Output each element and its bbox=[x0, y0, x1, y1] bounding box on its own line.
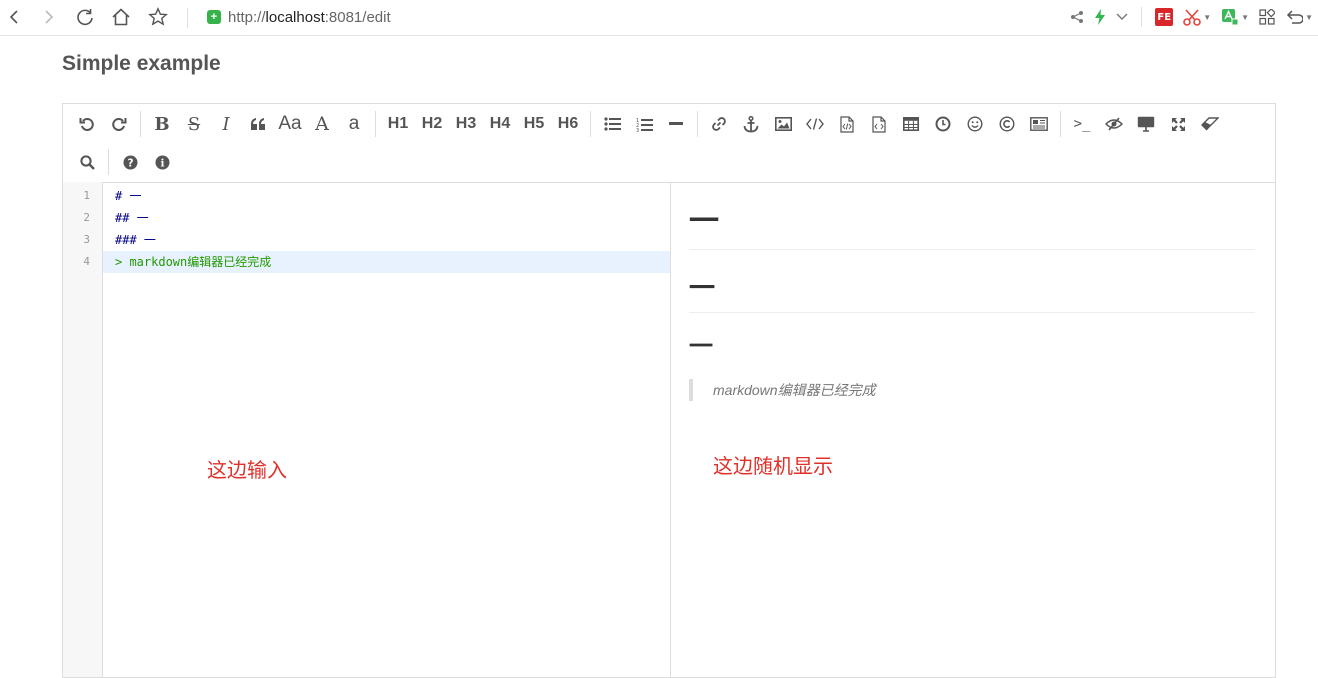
italic-button[interactable]: I bbox=[211, 109, 241, 139]
lightning-icon[interactable] bbox=[1094, 5, 1106, 29]
toolbar-row-1: B S I Aa A a H1 H2 H3 H4 H5 H6 123 >_ bbox=[71, 107, 1226, 141]
undo-icon[interactable]: ▼ bbox=[1285, 5, 1313, 29]
markdown-input[interactable]: # 一 ## 一 ### 一 > markdown编辑器已经完成 这边输入 bbox=[103, 182, 670, 677]
pagebreak-icon[interactable] bbox=[1024, 109, 1054, 139]
copyright-icon[interactable] bbox=[992, 109, 1022, 139]
h4-button[interactable]: H4 bbox=[484, 109, 516, 139]
markdown-editor: B S I Aa A a H1 H2 H3 H4 H5 H6 123 >_ ? … bbox=[62, 103, 1276, 678]
bookmark-star-icon[interactable] bbox=[146, 5, 170, 29]
forward-icon[interactable] bbox=[36, 5, 60, 29]
chevron-down-icon: ▼ bbox=[1203, 12, 1212, 22]
fe-extension-icon[interactable]: FE bbox=[1155, 5, 1174, 29]
chevron-down-icon[interactable] bbox=[1116, 5, 1128, 29]
code-block-icon[interactable] bbox=[832, 109, 862, 139]
toolbar-divider bbox=[375, 111, 376, 137]
fullscreen-icon[interactable] bbox=[1163, 109, 1193, 139]
code-line[interactable]: ### 一 bbox=[103, 229, 670, 251]
bold-button[interactable]: B bbox=[147, 109, 177, 139]
link-icon[interactable] bbox=[704, 109, 734, 139]
h3-button[interactable]: H3 bbox=[450, 109, 482, 139]
info-icon[interactable]: i bbox=[147, 147, 177, 177]
browser-toolbar: + http://localhost:8081/edit FE ▼ ▼ ▼ bbox=[0, 0, 1318, 36]
desktop-preview-icon[interactable] bbox=[1131, 109, 1161, 139]
toolbar-divider bbox=[590, 111, 591, 137]
chevron-down-icon: ▼ bbox=[1241, 12, 1250, 22]
eye-slash-icon[interactable] bbox=[1099, 109, 1129, 139]
reload-icon[interactable] bbox=[73, 5, 97, 29]
code-line[interactable]: # 一 bbox=[103, 185, 670, 207]
apps-grid-icon[interactable] bbox=[1259, 5, 1276, 29]
ucwords-button[interactable]: A bbox=[307, 109, 337, 139]
clock-icon[interactable] bbox=[928, 109, 958, 139]
table-icon[interactable] bbox=[896, 109, 926, 139]
line-number: 2 bbox=[83, 211, 90, 224]
code-line[interactable]: ## 一 bbox=[103, 207, 670, 229]
h6-button[interactable]: H6 bbox=[552, 109, 584, 139]
preview-h1: 一 bbox=[689, 204, 1255, 250]
toolbar-divider bbox=[1060, 111, 1061, 137]
toolbar-divider bbox=[140, 111, 141, 137]
url-host: localhost bbox=[265, 8, 325, 26]
toolbar-divider bbox=[697, 111, 698, 137]
h1-button[interactable]: H1 bbox=[382, 109, 414, 139]
redo-icon[interactable] bbox=[104, 109, 134, 139]
strikethrough-button[interactable]: S bbox=[179, 109, 209, 139]
browser-extensions: FE ▼ ▼ ▼ bbox=[1065, 5, 1318, 29]
svg-text:i: i bbox=[160, 157, 164, 169]
markdown-preview: 一 一 一 markdown编辑器已经完成 这边随机显示 bbox=[671, 182, 1275, 677]
goto-line-button[interactable]: >_ bbox=[1067, 109, 1097, 139]
code-inline-icon[interactable] bbox=[800, 109, 830, 139]
help-icon[interactable]: ? bbox=[115, 147, 145, 177]
uppercase-button[interactable]: Aa bbox=[275, 109, 305, 139]
anchor-icon[interactable] bbox=[736, 109, 766, 139]
secure-shield-icon: + bbox=[207, 10, 221, 24]
quote-icon[interactable] bbox=[243, 109, 273, 139]
line-number: 3 bbox=[83, 233, 90, 246]
preview-annotation: 这边随机显示 bbox=[713, 456, 833, 478]
url-divider bbox=[187, 8, 188, 28]
search-icon[interactable] bbox=[72, 147, 102, 177]
translate-extension-icon[interactable]: ▼ bbox=[1221, 5, 1249, 29]
url-path: :8081/edit bbox=[324, 8, 391, 26]
line-number: 4 bbox=[83, 255, 90, 268]
url-scheme: http:// bbox=[228, 8, 266, 26]
h2-button[interactable]: H2 bbox=[416, 109, 448, 139]
preview-h2: 一 bbox=[689, 272, 1255, 313]
back-icon[interactable] bbox=[3, 5, 27, 29]
horizontal-rule-icon[interactable] bbox=[661, 109, 691, 139]
image-icon[interactable] bbox=[768, 109, 798, 139]
url-text[interactable]: http://localhost:8081/edit bbox=[228, 9, 391, 26]
code-line-active[interactable]: > markdown编辑器已经完成 bbox=[103, 251, 670, 273]
line-number: 1 bbox=[83, 189, 90, 202]
address-bar[interactable]: + http://localhost:8081/edit bbox=[207, 6, 391, 28]
toolbar-row-2: ? i bbox=[71, 145, 178, 179]
undo-icon[interactable] bbox=[72, 109, 102, 139]
svg-text:3: 3 bbox=[636, 128, 639, 132]
scissors-icon[interactable]: ▼ bbox=[1183, 5, 1211, 29]
toolbar-divider bbox=[1141, 7, 1143, 27]
eraser-icon[interactable] bbox=[1195, 109, 1225, 139]
emoji-icon[interactable] bbox=[960, 109, 990, 139]
unordered-list-icon[interactable] bbox=[597, 109, 627, 139]
svg-text:?: ? bbox=[127, 157, 133, 169]
home-icon[interactable] bbox=[109, 5, 133, 29]
preformatted-code-icon[interactable] bbox=[864, 109, 894, 139]
lowercase-button[interactable]: a bbox=[339, 109, 369, 139]
fe-badge: FE bbox=[1155, 8, 1174, 26]
preview-h3: 一 bbox=[689, 333, 713, 360]
toolbar-divider bbox=[108, 149, 109, 175]
chevron-down-icon: ▼ bbox=[1305, 12, 1313, 22]
input-annotation: 这边输入 bbox=[207, 460, 287, 482]
share-icon[interactable] bbox=[1070, 5, 1084, 29]
page-title: Simple example bbox=[62, 52, 221, 75]
line-number-gutter: 1 2 3 4 bbox=[63, 182, 103, 677]
blockquote-text: markdown编辑器已经完成 bbox=[713, 382, 876, 398]
editor-toolbar: B S I Aa A a H1 H2 H3 H4 H5 H6 123 >_ ? … bbox=[63, 104, 1275, 183]
ordered-list-icon[interactable]: 123 bbox=[629, 109, 659, 139]
h5-button[interactable]: H5 bbox=[518, 109, 550, 139]
preview-blockquote: markdown编辑器已经完成 bbox=[689, 379, 876, 401]
